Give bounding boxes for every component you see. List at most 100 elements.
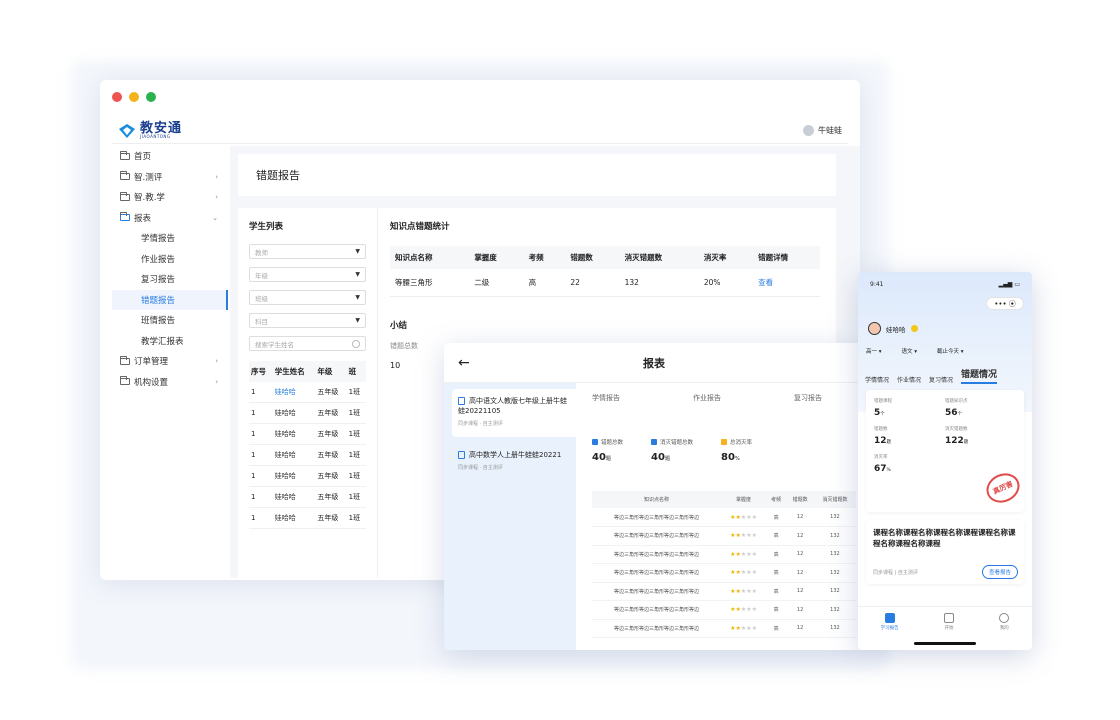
praise-stamp-icon: 真厉害 xyxy=(981,468,1025,508)
mini-program-capsule[interactable]: ••• ⦿ xyxy=(986,297,1024,310)
sidebar-subitem-learning-report[interactable]: 学情报告 xyxy=(112,228,228,249)
sidebar-item-assessment[interactable]: 智.测评 › xyxy=(112,167,228,188)
table-row[interactable]: 1 娃哈哈 五年级 1班 xyxy=(249,444,366,466)
student-table: 序号 学生姓名 年级 班 1 娃哈哈 五年级 1班 1 娃哈哈 五年级 1班 1 娃哈哈 五年级 1班… xyxy=(249,361,366,529)
student-list: 学生列表 教师 ▼ 年级 ▼ 班级 ▼ 科目 ▼ 搜索学生姓名 序号 学生姓名 年级 班… xyxy=(238,208,378,578)
tabbar-item-me[interactable]: 我的 xyxy=(999,613,1010,650)
column-header: 错题详情 xyxy=(753,246,820,269)
class-select[interactable]: 班级 ▼ xyxy=(249,290,366,305)
column-header: 班 xyxy=(346,361,366,382)
table-cell: 等边三角形等边三角形等边三角形等边 xyxy=(592,545,722,564)
table-row[interactable]: 1 娃哈哈 五年级 1班 xyxy=(249,382,366,403)
table-row[interactable]: 1 娃哈哈 五年级 1班 xyxy=(249,486,366,508)
column-header: 掌握度 xyxy=(469,246,524,269)
star-icon: ★ xyxy=(751,606,758,614)
table-row[interactable]: 1 娃哈哈 五年级 1班 xyxy=(249,423,366,445)
star-icon: ★ xyxy=(751,532,758,540)
table-row[interactable]: 1 娃哈哈 五年级 1班 xyxy=(249,465,366,487)
close-dot[interactable] xyxy=(112,92,122,102)
table-cell: 五年级 xyxy=(315,382,347,403)
table-cell: 1 xyxy=(249,382,273,403)
tab-mistake-status[interactable]: 错题情况 xyxy=(961,367,998,384)
table-cell: 娃哈哈 xyxy=(272,423,316,445)
subject-select[interactable]: 科目 ▼ xyxy=(249,313,366,328)
table-cell: ★★★★★ xyxy=(721,619,766,638)
date-filter[interactable]: 截止今天 ▾ xyxy=(937,347,964,355)
table-cell: 等边三角形等边三角形等边三角形等边 xyxy=(592,526,722,546)
avatar xyxy=(803,125,814,136)
back-arrow-icon[interactable]: ← xyxy=(458,355,470,371)
tabbar-item-report[interactable]: 学习报告 xyxy=(881,613,899,650)
table-cell: 1 xyxy=(249,486,273,508)
table-row[interactable]: 1 娃哈哈 五年级 1班 xyxy=(249,402,366,424)
metric-value: 67 xyxy=(874,464,887,474)
course-item[interactable]: 高中数学人上册牛蛙蛙20221 同步课程 · 自主测评 xyxy=(452,443,576,491)
table-cell: 娃哈哈 xyxy=(272,382,316,403)
metric-unit: 题 xyxy=(886,440,892,445)
chevron-right-icon: › xyxy=(215,357,218,366)
sidebar-subitem-teaching-summary[interactable]: 教学汇报表 xyxy=(112,331,228,352)
student-search-input[interactable]: 搜索学生姓名 xyxy=(249,336,366,351)
stat-unit: 题 xyxy=(605,456,611,462)
teacher-select[interactable]: 教师 ▼ xyxy=(249,244,366,259)
table-cell: 1班 xyxy=(346,465,366,487)
grade-select[interactable]: 年级 ▼ xyxy=(249,267,366,282)
badge-icon xyxy=(910,325,918,332)
course-item[interactable]: 高中语文人教版七年级上册牛蛙蛙20221105 同步课程 · 自主测评 xyxy=(452,389,576,437)
legend-square-icon xyxy=(651,439,658,445)
table-row[interactable]: 1 娃哈哈 五年级 1班 xyxy=(249,507,366,529)
select-placeholder: 教师 xyxy=(255,248,268,257)
sidebar-subitem-class-report[interactable]: 班情报告 xyxy=(112,310,228,331)
metric-value: 12 xyxy=(874,436,887,446)
view-report-button[interactable]: 查看报告 xyxy=(981,565,1018,579)
table-cell: 高 xyxy=(766,600,787,620)
sidebar-item-org-settings[interactable]: 机构设置 › xyxy=(112,372,228,393)
sidebar-item-home[interactable]: 首页 xyxy=(112,146,228,167)
table-cell: 12 xyxy=(786,619,814,638)
column-header: 掌握度 xyxy=(721,491,766,508)
star-icon: ★ xyxy=(751,550,758,558)
tab-review[interactable]: 复习报告 xyxy=(794,393,864,403)
minimize-dot[interactable] xyxy=(129,92,139,102)
window-controls xyxy=(112,92,156,102)
start-icon xyxy=(943,613,954,623)
subject-filter[interactable]: 语文 ▾ xyxy=(902,347,918,355)
sidebar-subitem-homework-report[interactable]: 作业报告 xyxy=(112,249,228,270)
column-header: 考频 xyxy=(523,246,566,269)
metric-label: 消灭错题数 xyxy=(945,427,968,432)
sidebar-item-orders[interactable]: 订单管理 › xyxy=(112,351,228,372)
tab-review-status[interactable]: 复习情况 xyxy=(929,375,953,384)
status-time: 9:41 xyxy=(870,281,884,288)
table-cell: 22 xyxy=(565,269,620,297)
grade-filter[interactable]: 高一 ▾ xyxy=(866,347,882,355)
select-placeholder: 科目 xyxy=(255,317,268,326)
sidebar-subitem-review-report[interactable]: 复习报告 xyxy=(112,269,228,290)
user-menu[interactable]: 牛蛙蛙 xyxy=(803,125,842,136)
table-row: 等边三角形等边三角形等边三角形等边 ★★★★★ 高 12 132 xyxy=(592,508,856,527)
tab-learning-status[interactable]: 学情情况 xyxy=(865,375,889,384)
table-cell: 等腰三角形 xyxy=(390,269,470,297)
sidebar-subitem-mistake-report[interactable]: 错题报告 xyxy=(112,289,228,310)
maximize-dot[interactable] xyxy=(146,92,156,102)
table-cell: 132 xyxy=(813,600,856,620)
logo[interactable]: 教安通 JIAOANTONG xyxy=(118,120,183,139)
avatar xyxy=(868,322,881,335)
table-row: 等边三角形等边三角形等边三角形等边 ★★★★★ 高 12 132 xyxy=(592,600,856,620)
stat-label: 错题总数 xyxy=(601,440,624,446)
tab-learning[interactable]: 学情报告 xyxy=(592,393,693,403)
table-cell: ★★★★★ xyxy=(721,508,766,527)
table-cell: 132 xyxy=(813,619,856,638)
tab-homework-status[interactable]: 作业情况 xyxy=(897,375,921,384)
view-detail-link[interactable]: 查看 xyxy=(753,269,820,297)
table-row: 等边三角形等边三角形等边三角形等边 ★★★★★ 高 12 132 xyxy=(592,563,856,583)
metric-killed-count: 消灭错题数 122题 xyxy=(945,426,1016,446)
sidebar-item-teaching[interactable]: 智.教.学 › xyxy=(112,187,228,208)
user-icon xyxy=(999,613,1010,623)
sidebar-item-reports[interactable]: 报表 ⌄ xyxy=(112,208,228,229)
chevron-right-icon: › xyxy=(215,377,218,386)
stat-killed-mistakes: 消灭错题总数 40题 xyxy=(651,438,693,463)
tab-homework[interactable]: 作业报告 xyxy=(693,393,794,403)
table-row: 等边三角形等边三角形等边三角形等边 ★★★★★ 高 12 132 xyxy=(592,545,856,564)
tabbar-label: 学习报告 xyxy=(880,626,899,631)
logo-text: 教安通 xyxy=(140,120,183,136)
